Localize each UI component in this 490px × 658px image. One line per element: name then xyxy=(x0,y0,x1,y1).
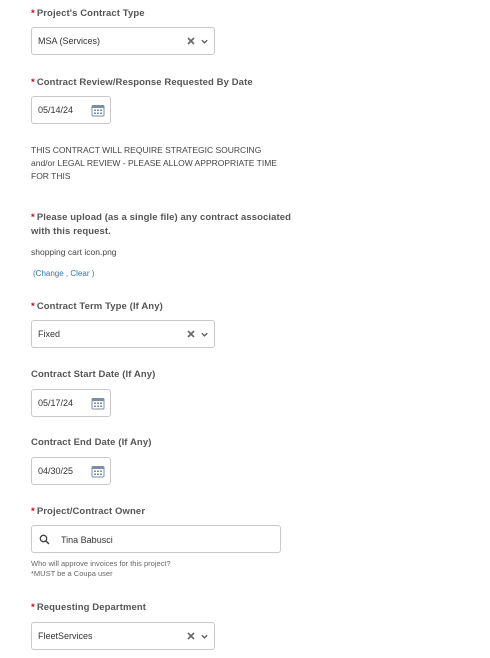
term-type-select[interactable]: Fixed xyxy=(31,320,215,348)
department-select[interactable]: FleetServices xyxy=(31,622,215,650)
contract-type-label: * Project's Contract Type xyxy=(31,8,145,19)
chevron-down-icon[interactable] xyxy=(200,632,209,641)
required-mark: * xyxy=(31,301,35,312)
chevron-down-icon[interactable] xyxy=(200,330,209,339)
change-file-link[interactable]: Change xyxy=(36,269,64,278)
department-label: * Requesting Department xyxy=(31,602,147,613)
search-icon xyxy=(39,534,50,545)
uploaded-file-name: shopping cart icon.png xyxy=(31,247,117,257)
clear-icon[interactable] xyxy=(186,329,196,339)
contract-type-value: MSA (Services) xyxy=(38,36,101,46)
end-date-label: Contract End Date (If Any) xyxy=(31,437,152,448)
required-mark: * xyxy=(31,212,35,223)
review-date-label: * Contract Review/Response Requested By D… xyxy=(31,77,253,88)
owner-search-input[interactable]: Tina Babusci xyxy=(31,525,281,553)
start-date-value: 05/17/24 xyxy=(38,398,74,408)
calendar-icon[interactable] xyxy=(91,396,105,410)
owner-value: Tina Babusci xyxy=(61,535,113,545)
review-date-value: 05/14/24 xyxy=(38,105,74,115)
end-date-value: 04/30/25 xyxy=(38,466,74,476)
review-notice: THIS CONTRACT WILL REQUIRE STRATEGIC SOU… xyxy=(31,145,277,181)
required-mark: * xyxy=(31,8,35,19)
term-type-label: * Contract Term Type (If Any) xyxy=(31,301,163,312)
owner-help-text: Who will approve invoices for this proje… xyxy=(31,559,171,578)
calendar-icon[interactable] xyxy=(91,103,105,117)
required-mark: * xyxy=(31,77,35,88)
owner-label: * Project/Contract Owner xyxy=(31,506,146,517)
clear-icon[interactable] xyxy=(186,631,196,641)
required-mark: * xyxy=(31,506,35,517)
upload-label: * Please upload (as a single file) any co… xyxy=(31,212,292,237)
contract-type-select[interactable]: MSA (Services) xyxy=(31,27,215,55)
clear-icon[interactable] xyxy=(186,36,196,46)
department-value: FleetServices xyxy=(38,631,93,641)
start-date-label: Contract Start Date (If Any) xyxy=(31,369,156,380)
calendar-icon[interactable] xyxy=(91,464,105,478)
start-date-field[interactable]: 05/17/24 xyxy=(31,389,111,417)
chevron-down-icon[interactable] xyxy=(200,37,209,46)
clear-file-link[interactable]: Clear xyxy=(70,269,89,278)
review-date-field[interactable]: 05/14/24 xyxy=(31,96,111,124)
end-date-field[interactable]: 04/30/25 xyxy=(31,457,111,485)
required-mark: * xyxy=(31,602,35,613)
file-actions: (Change , Clear ) xyxy=(33,269,95,278)
term-type-value: Fixed xyxy=(38,329,61,339)
